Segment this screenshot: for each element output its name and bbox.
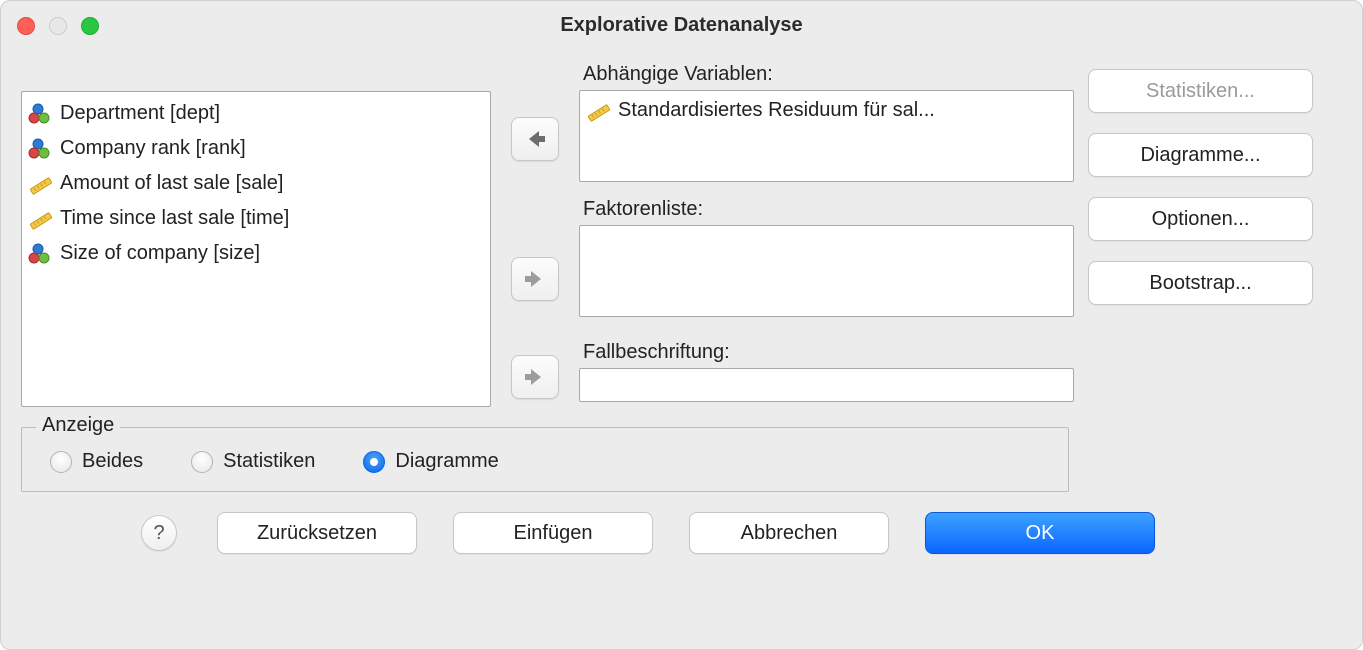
arrow-right-icon xyxy=(524,367,546,387)
variable-label: Standardisiertes Residuum für sal... xyxy=(618,95,935,126)
reset-button[interactable]: Zurücksetzen xyxy=(217,512,417,554)
move-to-factor-button[interactable] xyxy=(511,257,559,301)
variable-label: Amount of last sale [sale] xyxy=(60,168,283,199)
window-title: Explorative Datenanalyse xyxy=(560,14,802,37)
list-item[interactable]: Department [dept] xyxy=(28,96,484,131)
radio-icon xyxy=(191,451,213,473)
variable-label: Department [dept] xyxy=(60,98,220,129)
list-item[interactable]: Company rank [rank] xyxy=(28,131,484,166)
scale-icon xyxy=(586,100,612,122)
bootstrap-button[interactable]: Bootstrap... xyxy=(1088,261,1313,305)
dependent-label: Abhängige Variablen: xyxy=(583,63,1074,86)
move-to-dependent-button[interactable] xyxy=(511,117,559,161)
dialog-window: Explorative Datenanalyse Department [dep… xyxy=(0,0,1363,650)
variable-label: Company rank [rank] xyxy=(60,133,246,164)
radio-statistics[interactable]: Statistiken xyxy=(191,450,315,473)
cancel-button[interactable]: Abbrechen xyxy=(689,512,889,554)
radio-both[interactable]: Beides xyxy=(50,450,143,473)
factor-list[interactable] xyxy=(579,225,1074,317)
arrow-right-icon xyxy=(524,269,546,289)
list-item[interactable]: Time since last sale [time] xyxy=(28,201,484,236)
charts-button[interactable]: Diagramme... xyxy=(1088,133,1313,177)
variable-label: Time since last sale [time] xyxy=(60,203,289,234)
nominal-icon xyxy=(28,138,54,160)
nominal-icon xyxy=(28,243,54,265)
case-label-label: Fallbeschriftung: xyxy=(583,341,1074,364)
titlebar: Explorative Datenanalyse xyxy=(1,1,1362,49)
factor-label: Faktorenliste: xyxy=(583,198,1074,221)
scale-icon xyxy=(28,208,54,230)
radio-both-label: Beides xyxy=(82,450,143,473)
close-icon[interactable] xyxy=(17,17,35,35)
list-item[interactable]: Amount of last sale [sale] xyxy=(28,166,484,201)
nominal-icon xyxy=(28,103,54,125)
paste-button[interactable]: Einfügen xyxy=(453,512,653,554)
zoom-icon[interactable] xyxy=(81,17,99,35)
case-label-field[interactable] xyxy=(579,368,1074,402)
radio-charts[interactable]: Diagramme xyxy=(363,450,498,473)
dialog-content: Department [dept] Company rank [rank] Amou… xyxy=(1,49,1362,649)
list-item[interactable]: Standardisiertes Residuum für sal... xyxy=(586,93,1067,128)
radio-icon xyxy=(363,451,385,473)
arrow-left-icon xyxy=(524,129,546,149)
variable-label: Size of company [size] xyxy=(60,238,260,269)
dependent-variable-list[interactable]: Standardisiertes Residuum für sal... xyxy=(579,90,1074,182)
radio-charts-label: Diagramme xyxy=(395,450,498,473)
scale-icon xyxy=(28,173,54,195)
ok-button[interactable]: OK xyxy=(925,512,1155,554)
display-legend: Anzeige xyxy=(36,414,120,437)
radio-statistics-label: Statistiken xyxy=(223,450,315,473)
help-button[interactable]: ? xyxy=(141,515,177,551)
options-button[interactable]: Optionen... xyxy=(1088,197,1313,241)
minimize-icon xyxy=(49,17,67,35)
display-groupbox: Anzeige Beides Statistiken Diagramme xyxy=(21,427,1069,492)
list-item[interactable]: Size of company [size] xyxy=(28,236,484,271)
source-variable-list[interactable]: Department [dept] Company rank [rank] Amou… xyxy=(21,91,491,407)
statistics-button: Statistiken... xyxy=(1088,69,1313,113)
radio-icon xyxy=(50,451,72,473)
window-controls xyxy=(17,17,99,35)
move-to-case-label-button[interactable] xyxy=(511,355,559,399)
